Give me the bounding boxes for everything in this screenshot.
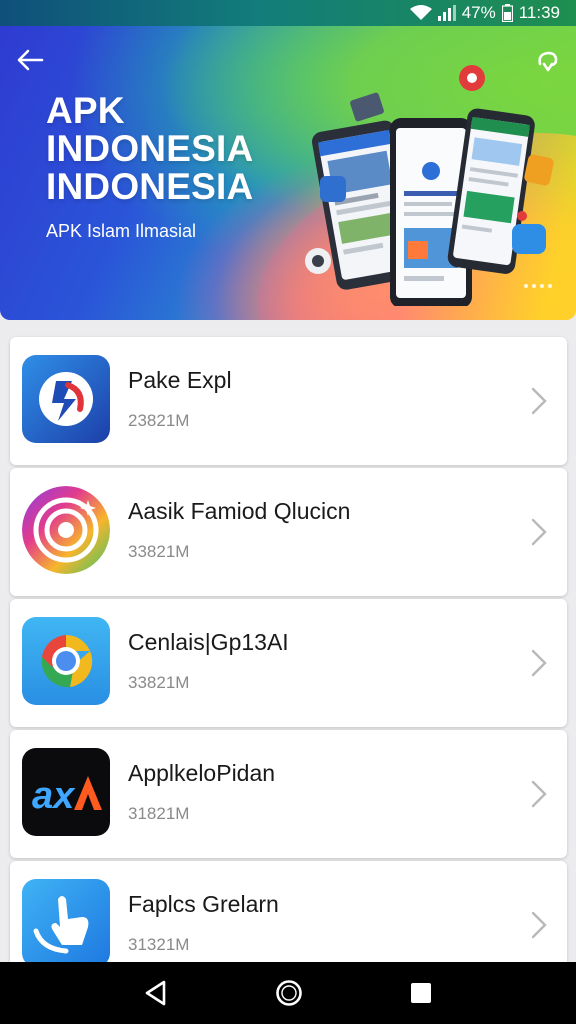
hero-title-line2: INDONESIA bbox=[46, 128, 254, 169]
carousel-dots bbox=[524, 284, 552, 288]
chevron-right-icon bbox=[531, 387, 547, 415]
phones-illustration bbox=[305, 65, 554, 306]
chevron-right-icon bbox=[531, 649, 547, 677]
app-name: Aasik Famiod Qlucicn bbox=[128, 498, 351, 524]
app-name: Cenlais|Gp13AI bbox=[128, 629, 289, 655]
battery-icon bbox=[501, 4, 513, 22]
clock: 11:39 bbox=[518, 3, 560, 22]
app-list-item[interactable]: Pake Expl 23821M bbox=[10, 337, 567, 465]
pake-app-icon bbox=[22, 355, 110, 443]
app-list-item[interactable]: ax ApplkeloPidan 31821M bbox=[10, 730, 567, 858]
chevron-right-icon bbox=[531, 518, 547, 546]
hero-title-line3: INDONESIA bbox=[46, 166, 254, 207]
hand-app-icon bbox=[22, 879, 110, 967]
back-triangle-icon[interactable] bbox=[144, 980, 168, 1006]
hero-title-line1: APK bbox=[46, 90, 125, 131]
home-circle-icon[interactable] bbox=[275, 979, 303, 1007]
camera-ring-app-icon bbox=[22, 486, 110, 574]
hero-banner: APK INDONESIA INDONESIA APK Islam Ilmasi… bbox=[0, 26, 576, 320]
app-size: 33821M bbox=[128, 673, 190, 692]
battery-percent: 47% bbox=[461, 3, 496, 22]
hero-title: APK INDONESIA INDONESIA bbox=[46, 92, 253, 206]
app-name: Pake Expl bbox=[128, 367, 232, 393]
chrome-style-app-icon bbox=[22, 617, 110, 705]
recents-square-icon[interactable] bbox=[410, 982, 432, 1004]
svg-text:ax: ax bbox=[32, 775, 76, 817]
app-size: 31821M bbox=[128, 804, 190, 823]
chevron-right-icon bbox=[531, 911, 547, 939]
wifi-icon bbox=[409, 5, 432, 20]
app-size: 23821M bbox=[128, 411, 190, 430]
app-list-item[interactable]: Aasik Famiod Qlucicn 33821M bbox=[10, 468, 567, 596]
app-size: 31321M bbox=[128, 935, 190, 954]
app-name: Faplcs Grelarn bbox=[128, 891, 279, 917]
hero-subtitle: APK Islam Ilmasial bbox=[46, 221, 197, 241]
app-list: Pake Expl 23821M Aasik Famiod Qlucicn 33… bbox=[10, 337, 567, 992]
app-name: ApplkeloPidan bbox=[128, 760, 276, 786]
signal-icon bbox=[437, 5, 456, 21]
chevron-right-icon bbox=[531, 780, 547, 808]
status-bar: 47% 11:39 bbox=[0, 0, 576, 26]
app-size: 33821M bbox=[128, 542, 190, 561]
navigation-bar bbox=[0, 962, 576, 1024]
back-arrow-icon[interactable] bbox=[16, 48, 44, 72]
app-list-item[interactable]: Cenlais|Gp13AI 33821M bbox=[10, 599, 567, 727]
ax-app-icon: ax bbox=[22, 748, 110, 836]
